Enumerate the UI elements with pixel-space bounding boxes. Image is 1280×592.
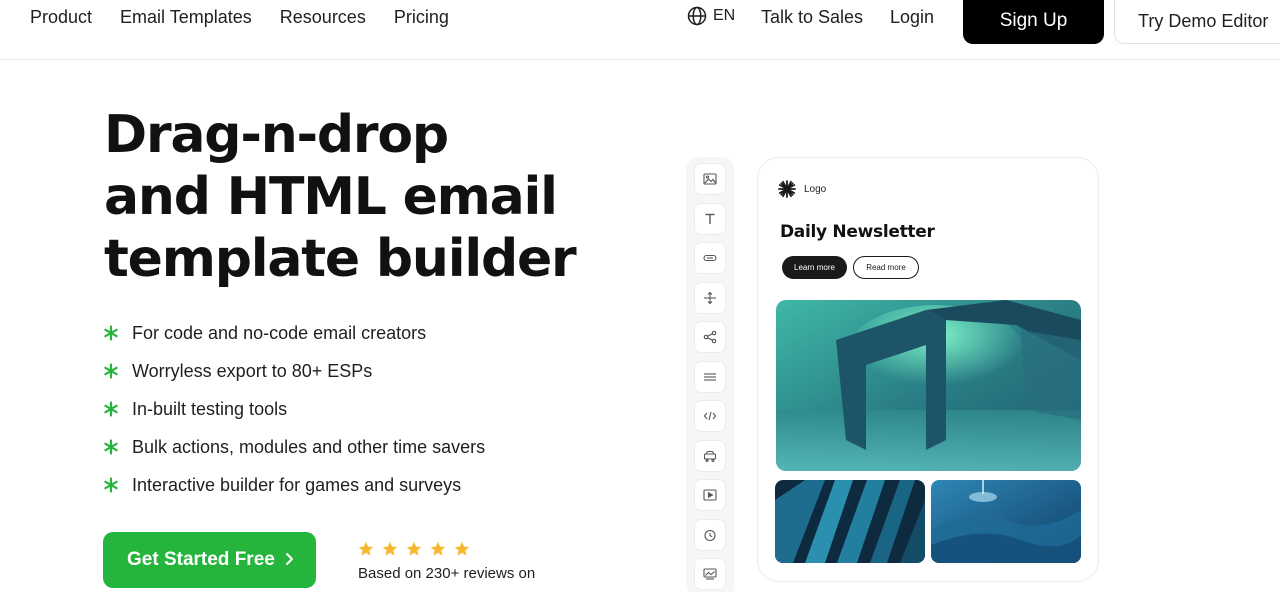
language-selector[interactable]: EN [687,6,735,26]
talk-to-sales-link[interactable]: Talk to Sales [761,0,863,34]
feature-text: Bulk actions, modules and other time sav… [132,436,486,457]
hero-image [776,300,1081,471]
tool-image[interactable] [694,163,726,195]
tool-spacer[interactable] [694,282,726,314]
text-icon [705,213,715,224]
feature-text: Worryless export to 80+ ESPs [132,360,373,381]
star-icon [358,541,374,556]
builder-toolbar [686,157,734,592]
site-header: Product Email Templates Resources Pricin… [0,0,1280,60]
timer-icon [704,529,716,542]
nav-product[interactable]: Product [30,7,92,28]
login-link[interactable]: Login [890,0,934,34]
tool-menu[interactable] [694,440,726,472]
star-icon [430,541,446,556]
feature-item: Worryless export to 80+ ESPs [103,352,485,390]
main-nav: Product Email Templates Resources Pricin… [30,0,449,34]
hero-title: Drag-n-drop and HTML email template buil… [104,104,624,290]
tool-social[interactable] [694,321,726,353]
tool-banner[interactable] [694,558,726,590]
star-icon [454,541,470,556]
asterisk-icon [104,363,118,379]
code-icon [703,411,717,421]
sun-logo-icon [778,180,796,198]
video-icon [703,489,717,501]
feature-text: Interactive builder for games and survey… [132,474,462,495]
tool-button[interactable] [694,242,726,274]
star-icon [406,541,422,556]
nav-email-templates[interactable]: Email Templates [120,7,252,28]
hero-title-line: and HTML email [104,167,558,227]
cta-label: Get Started Free [127,549,275,570]
asterisk-icon [104,325,118,341]
tool-video[interactable] [694,479,726,511]
tool-timer[interactable] [694,519,726,551]
preview-logo-text: Logo [804,183,827,195]
learn-more-button[interactable]: Learn more [782,256,847,279]
sign-up-button[interactable]: Sign Up [963,0,1104,44]
asterisk-icon [104,439,118,455]
chevron-right-icon [286,553,293,565]
language-label: EN [713,7,736,24]
rating-stars [358,541,470,557]
nav-resources[interactable]: Resources [280,7,366,28]
email-preview: Logo Daily Newsletter Learn more Read mo… [757,157,1099,582]
get-started-free-button[interactable]: Get Started Free [103,532,316,588]
nav-pricing[interactable]: Pricing [394,7,449,28]
star-icon [382,541,398,556]
tool-divider[interactable] [694,361,726,393]
spacer-icon [704,291,716,305]
asterisk-icon [104,401,118,417]
try-demo-editor-button[interactable]: Try Demo Editor [1114,0,1280,44]
asterisk-icon [104,477,118,493]
feature-item: Bulk actions, modules and other time sav… [103,428,485,466]
button-icon [703,254,717,262]
feature-text: In-built testing tools [132,398,288,419]
newsletter-title: Daily Newsletter [780,222,935,242]
hero-title-line: Drag-n-drop [104,105,449,165]
feature-item: In-built testing tools [103,390,485,428]
columns-image [775,480,925,563]
tool-text[interactable] [694,203,726,235]
hero-title-line: template builder [104,229,577,289]
reviews-text: Based on 230+ reviews on [358,565,536,582]
feature-item: Interactive builder for games and survey… [103,466,485,504]
feature-item: For code and no-code email creators [103,314,485,352]
feature-list: For code and no-code email creators Worr… [103,314,485,504]
share-icon [703,330,717,344]
banner-icon [703,568,717,580]
globe-icon [687,6,707,26]
divider-icon [704,373,716,381]
feature-text: For code and no-code email creators [132,322,427,343]
tool-html[interactable] [694,400,726,432]
water-image [931,480,1081,563]
menu-icon [703,450,717,463]
image-icon [703,173,717,185]
read-more-button[interactable]: Read more [853,256,919,279]
preview-logo: Logo [778,180,826,198]
